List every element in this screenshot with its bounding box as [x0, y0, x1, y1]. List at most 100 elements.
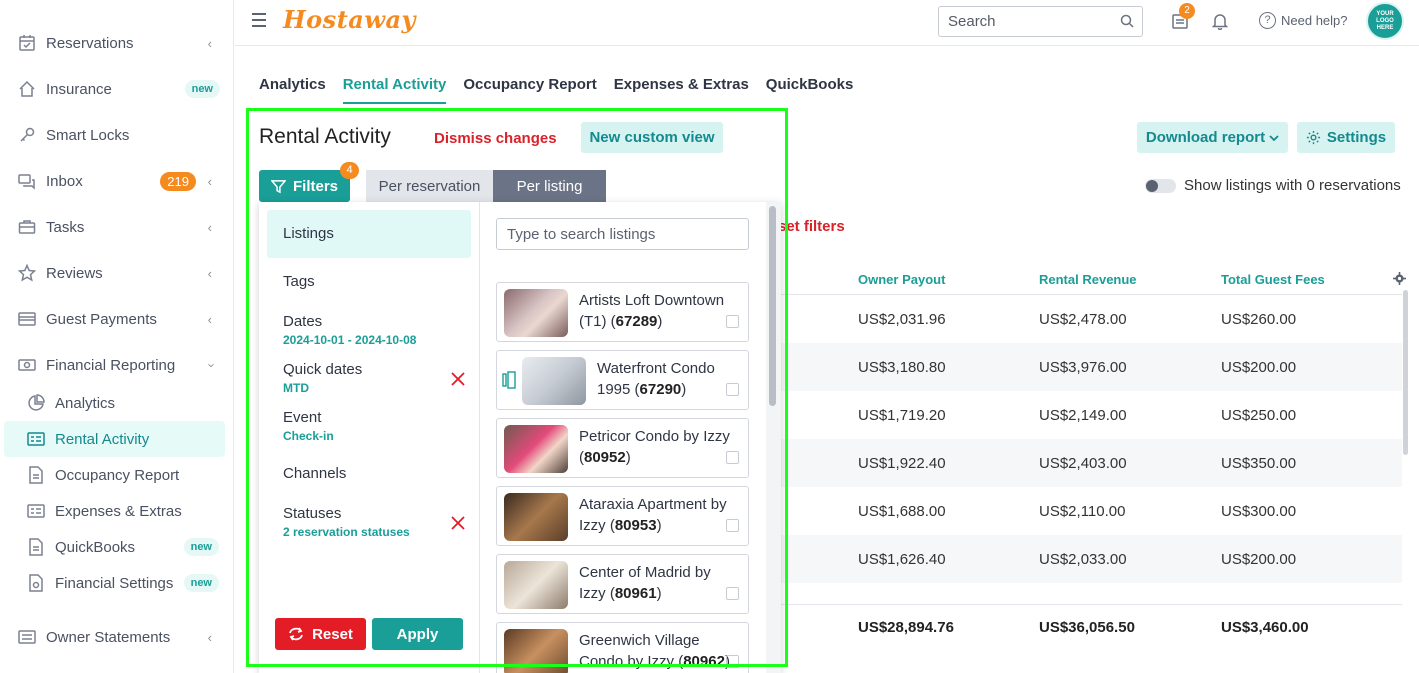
sidebar-subitem-occupancy-report[interactable]: Occupancy Report [4, 457, 225, 493]
filter-category-value: 2024-10-01 - 2024-10-08 [283, 333, 417, 347]
column-header-owner-payout[interactable]: Owner Payout [858, 272, 945, 287]
download-report-button[interactable]: Download report [1137, 122, 1288, 153]
search-icon[interactable] [1120, 14, 1134, 28]
chevron-left-icon: ‹ [207, 35, 212, 51]
sidebar-item-insurance[interactable]: Insurance new [0, 71, 226, 107]
filter-category-quick-dates[interactable]: Quick dates MTD [267, 358, 471, 398]
search-input[interactable] [939, 7, 1109, 36]
toggle-label: Show listings with 0 reservations [1184, 177, 1401, 194]
listing-card[interactable]: Center of Madrid by Izzy (80961) [496, 554, 749, 614]
listing-title: Petricor Condo by Izzy (80952) [579, 428, 730, 466]
clear-x-icon[interactable] [451, 516, 465, 530]
filter-category-dates[interactable]: Dates 2024-10-01 - 2024-10-08 [267, 310, 471, 350]
settings-label: Settings [1326, 129, 1387, 146]
filter-category-event[interactable]: Event Check-in [267, 406, 471, 446]
new-badge: new [183, 574, 219, 592]
filter-category-channels[interactable]: Channels [267, 458, 471, 492]
listing-checkbox[interactable] [726, 587, 739, 600]
column-header-total-guest-fees[interactable]: Total Guest Fees [1221, 272, 1325, 287]
tab-analytics[interactable]: Analytics [259, 76, 326, 104]
sidebar-subitem-financial-settings[interactable]: Financial Settings new [4, 565, 225, 601]
dismiss-changes-button[interactable]: Dismiss changes [434, 130, 557, 147]
new-badge: new [184, 80, 220, 98]
sidebar-subitem-expenses[interactable]: Expenses & Extras [4, 493, 225, 529]
menu-icon[interactable] [252, 13, 266, 27]
filter-category-listings[interactable]: Listings [267, 210, 471, 258]
tab-rental-activity[interactable]: Rental Activity [342, 76, 447, 104]
chevron-down-icon: ‹ [202, 362, 218, 368]
listing-card[interactable]: Petricor Condo by Izzy (80952) [496, 418, 749, 478]
bell-icon[interactable] [1211, 12, 1229, 30]
per-listing-toggle[interactable]: Per listing [493, 170, 606, 202]
brand-logo[interactable]: Hostaway [283, 5, 416, 34]
filters-button[interactable]: Filters [259, 170, 350, 202]
app-root: Reservations ‹ Insurance new Smart Locks… [0, 0, 1419, 673]
owner-payout-cell: US$1,719.20 [858, 407, 946, 424]
clear-x-icon[interactable] [451, 372, 465, 386]
briefcase-icon [18, 220, 36, 234]
filter-category-statuses[interactable]: Statuses 2 reservation statuses [267, 502, 471, 542]
notification-count-badge: 2 [1179, 3, 1195, 19]
sidebar-item-smart-locks[interactable]: Smart Locks [0, 117, 226, 153]
tab-occupancy-report[interactable]: Occupancy Report [463, 76, 596, 104]
sidebar-item-label: Owner Statements [46, 628, 171, 646]
search-box[interactable] [938, 6, 1143, 37]
column-header-rental-revenue[interactable]: Rental Revenue [1039, 272, 1137, 287]
listing-card[interactable]: Artists Loft Downtown (T1) (67289) [496, 282, 749, 342]
owner-payout-cell: US$2,031.96 [858, 311, 946, 328]
listing-thumbnail [522, 357, 586, 405]
avatar[interactable]: YOUR LOGO HERE [1366, 2, 1404, 40]
filter-category-tags[interactable]: Tags [267, 266, 471, 300]
sidebar-item-reservations[interactable]: Reservations ‹ [0, 25, 226, 61]
listing-scrollbar[interactable] [769, 206, 776, 406]
listing-checkbox[interactable] [726, 451, 739, 464]
listing-card[interactable]: Greenwich Village Condo by Izzy (80962) [496, 622, 749, 673]
column-settings-gear-icon[interactable] [1393, 272, 1406, 285]
listing-thumbnail [504, 289, 568, 337]
sidebar-subitem-analytics[interactable]: Analytics [4, 385, 225, 421]
per-reservation-toggle[interactable]: Per reservation [366, 170, 493, 202]
table-scrollbar[interactable] [1403, 290, 1408, 455]
doc-icon [29, 538, 43, 556]
reset-filters-link[interactable]: set filters [778, 218, 845, 235]
listing-card[interactable]: Waterfront Condo 1995 (67290) [496, 350, 749, 410]
sidebar-item-financial-reporting[interactable]: Financial Reporting ‹ [0, 347, 226, 383]
listing-search-box[interactable] [496, 218, 749, 250]
zero-reservations-toggle[interactable] [1145, 179, 1176, 193]
reset-button[interactable]: Reset [275, 618, 366, 650]
sidebar-item-tasks[interactable]: Tasks ‹ [0, 209, 226, 245]
listing-title: Artists Loft Downtown (T1) (67289) [579, 292, 725, 330]
apply-button[interactable]: Apply [372, 618, 463, 650]
key-icon [20, 127, 35, 142]
listing-id: 67289 [615, 313, 658, 330]
listing-search-input[interactable] [497, 219, 748, 249]
sidebar-subitem-label: Rental Activity [55, 430, 150, 448]
list-icon [18, 630, 36, 644]
sidebar-item-guest-payments[interactable]: Guest Payments ‹ [0, 301, 226, 337]
help-link[interactable]: ? Need help? [1259, 12, 1348, 29]
star-icon [18, 264, 36, 282]
sidebar-item-reviews[interactable]: Reviews ‹ [0, 255, 226, 291]
listing-checkbox[interactable] [726, 315, 739, 328]
sidebar-item-inbox[interactable]: Inbox 219 ‹ [0, 163, 226, 199]
sidebar-item-owner-statements[interactable]: Owner Statements ‹ [0, 619, 226, 655]
chevron-left-icon: ‹ [207, 173, 212, 189]
tab-expenses-extras[interactable]: Expenses & Extras [614, 76, 749, 104]
listing-checkbox[interactable] [726, 655, 739, 668]
sidebar-subitem-rental-activity[interactable]: Rental Activity [4, 421, 225, 457]
filter-category-value: MTD [283, 381, 309, 395]
pie-icon [28, 394, 45, 411]
gear-icon [1306, 130, 1320, 145]
tab-quickbooks[interactable]: QuickBooks [766, 76, 854, 104]
guest-fees-cell: US$260.00 [1221, 311, 1297, 328]
gear-doc-icon [29, 574, 43, 592]
new-custom-view-button[interactable]: New custom view [581, 122, 723, 153]
listing-checkbox[interactable] [726, 383, 739, 396]
multi-unit-icon [502, 371, 516, 389]
listing-card[interactable]: Ataraxia Apartment by Izzy (80953) [496, 486, 749, 546]
settings-button[interactable]: Settings [1297, 122, 1395, 153]
listing-checkbox[interactable] [726, 519, 739, 532]
card-icon [18, 312, 36, 326]
chevron-left-icon: ‹ [207, 311, 212, 327]
sidebar-subitem-quickbooks[interactable]: QuickBooks new [4, 529, 225, 565]
